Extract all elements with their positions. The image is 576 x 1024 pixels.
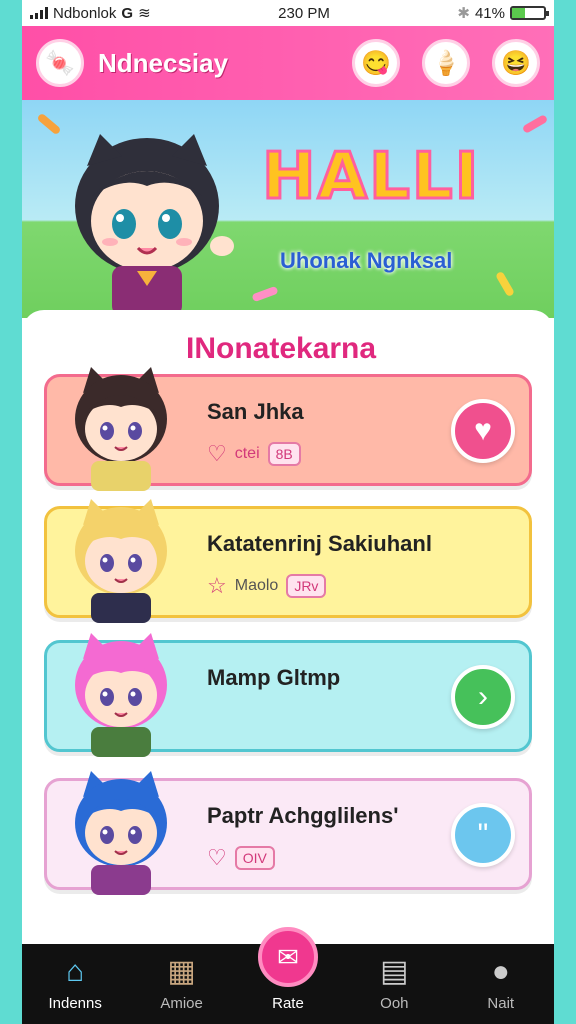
battery-level bbox=[511, 8, 526, 18]
chat-button[interactable]: " bbox=[451, 803, 515, 867]
battery-percent: 41% bbox=[474, 4, 505, 22]
app-title: Ndnecsiay bbox=[98, 47, 229, 78]
status-right: ✱ 41% bbox=[457, 4, 549, 22]
chat-face-icon: 😋 bbox=[361, 49, 391, 77]
hero-banner[interactable]: HALLI Uhonak Ngnksal bbox=[22, 100, 554, 318]
signal-icon bbox=[30, 7, 48, 19]
candy-icon: 🍬 bbox=[45, 49, 75, 77]
meta-text: ctei bbox=[234, 445, 260, 462]
wifi-icon: ≋ bbox=[138, 5, 151, 22]
character-name: San Jhka bbox=[207, 399, 304, 424]
mascot-character bbox=[75, 134, 234, 316]
nav-item-profile[interactable]: ● Nait bbox=[456, 955, 546, 1013]
character-avatar bbox=[75, 633, 167, 757]
next-button[interactable]: › bbox=[451, 665, 515, 729]
character-avatar bbox=[75, 367, 167, 491]
nav-item-anime[interactable]: ▦ Amioe bbox=[137, 955, 227, 1013]
heart-icon: ♥ bbox=[474, 414, 492, 447]
character-meta: ♡ ctei 8B bbox=[207, 441, 301, 467]
status-time: 230 PM bbox=[278, 4, 330, 22]
favorite-button[interactable]: ♥ bbox=[451, 399, 515, 463]
laugh-face-button[interactable]: 😆 bbox=[492, 39, 540, 87]
carrier-name: Ndbonlok bbox=[53, 4, 117, 22]
profile-icon: ● bbox=[491, 955, 510, 988]
character-name: Katatenrinj Sakiuhanl bbox=[207, 531, 432, 556]
confetti-decoration bbox=[521, 114, 549, 134]
quote-icon: " bbox=[477, 818, 489, 851]
character-card[interactable]: Mamp Gltmp › bbox=[44, 633, 532, 757]
banner-title: HALLI bbox=[260, 139, 481, 216]
laugh-face-icon: 😆 bbox=[501, 49, 531, 77]
character-card[interactable]: San Jhka ♡ ctei 8B ♥ bbox=[44, 367, 532, 491]
phone-screen: Ndbonlok G ≋ 230 PM ✱ 41% 🍬 Ndnecsiay 😋 … bbox=[22, 0, 554, 1024]
nav-label-profile: Nait bbox=[487, 995, 515, 1012]
nav-item-ooh[interactable]: ▤ Ooh bbox=[349, 955, 439, 1013]
status-left: Ndbonlok G ≋ bbox=[30, 4, 151, 22]
bottom-navigation: ⌂ Indenns ▦ Amioe ✉ Rate ▤ Ooh ● Nait bbox=[22, 927, 554, 1024]
document-icon: ▤ bbox=[380, 955, 409, 988]
heart-outline-icon: ♡ bbox=[207, 441, 227, 466]
character-name: Mamp Gltmp bbox=[207, 665, 341, 690]
nav-item-rate[interactable]: ✉ Rate bbox=[243, 927, 333, 1012]
chat-face-button[interactable]: 😋 bbox=[352, 39, 400, 87]
meta-badge: OIV bbox=[234, 846, 275, 870]
meta-badge: JRv bbox=[286, 574, 327, 598]
home-icon: ⌂ bbox=[66, 955, 85, 988]
character-meta: ♡ OIV bbox=[207, 845, 275, 871]
character-avatar bbox=[75, 771, 167, 895]
character-card[interactable]: Katatenrinj Sakiuhanl ☆ Maolo JRv bbox=[44, 499, 532, 623]
character-card[interactable]: Paptr Achgglilens' ♡ OIV " bbox=[44, 771, 532, 895]
battery-icon bbox=[509, 6, 549, 20]
nav-label-anime: Amioe bbox=[160, 995, 203, 1012]
treat-icon: 🍦 bbox=[431, 49, 461, 77]
carrier-g: G bbox=[121, 4, 134, 22]
nav-label-ooh: Ooh bbox=[380, 995, 409, 1012]
meta-badge: 8B bbox=[267, 442, 301, 466]
confetti-decoration bbox=[251, 285, 279, 303]
app-header: 🍬 Ndnecsiay 😋 🍦 😆 bbox=[22, 26, 554, 100]
meta-text: Maolo bbox=[234, 577, 279, 594]
nav-label-rate: Rate bbox=[272, 995, 304, 1012]
nav-item-home[interactable]: ⌂ Indenns bbox=[30, 955, 120, 1013]
star-icon: ☆ bbox=[207, 573, 227, 598]
banner-subtitle: Uhonak Ngnksal bbox=[280, 248, 453, 273]
heart-outline-icon: ♡ bbox=[207, 845, 227, 870]
chevron-right-icon: › bbox=[478, 680, 488, 713]
section-title: INonatekarna bbox=[186, 332, 377, 365]
character-avatar bbox=[75, 499, 167, 623]
calendar-icon: ▦ bbox=[167, 955, 196, 988]
character-list-panel: INonatekarna San Jhka ♡ ctei 8B ♥ Katatenrinj… bbox=[22, 310, 554, 950]
character-name: Paptr Achgglilens' bbox=[207, 803, 399, 828]
treat-button[interactable]: 🍦 bbox=[422, 39, 470, 87]
character-meta: ☆ Maolo JRv bbox=[207, 573, 327, 599]
app-logo[interactable]: 🍬 bbox=[36, 39, 84, 87]
status-bar: Ndbonlok G ≋ 230 PM ✱ 41% bbox=[22, 0, 554, 26]
nav-label-home: Indenns bbox=[48, 995, 102, 1012]
mail-icon: ✉ bbox=[257, 927, 318, 987]
bluetooth-icon: ✱ bbox=[457, 5, 470, 22]
confetti-decoration bbox=[495, 270, 515, 298]
